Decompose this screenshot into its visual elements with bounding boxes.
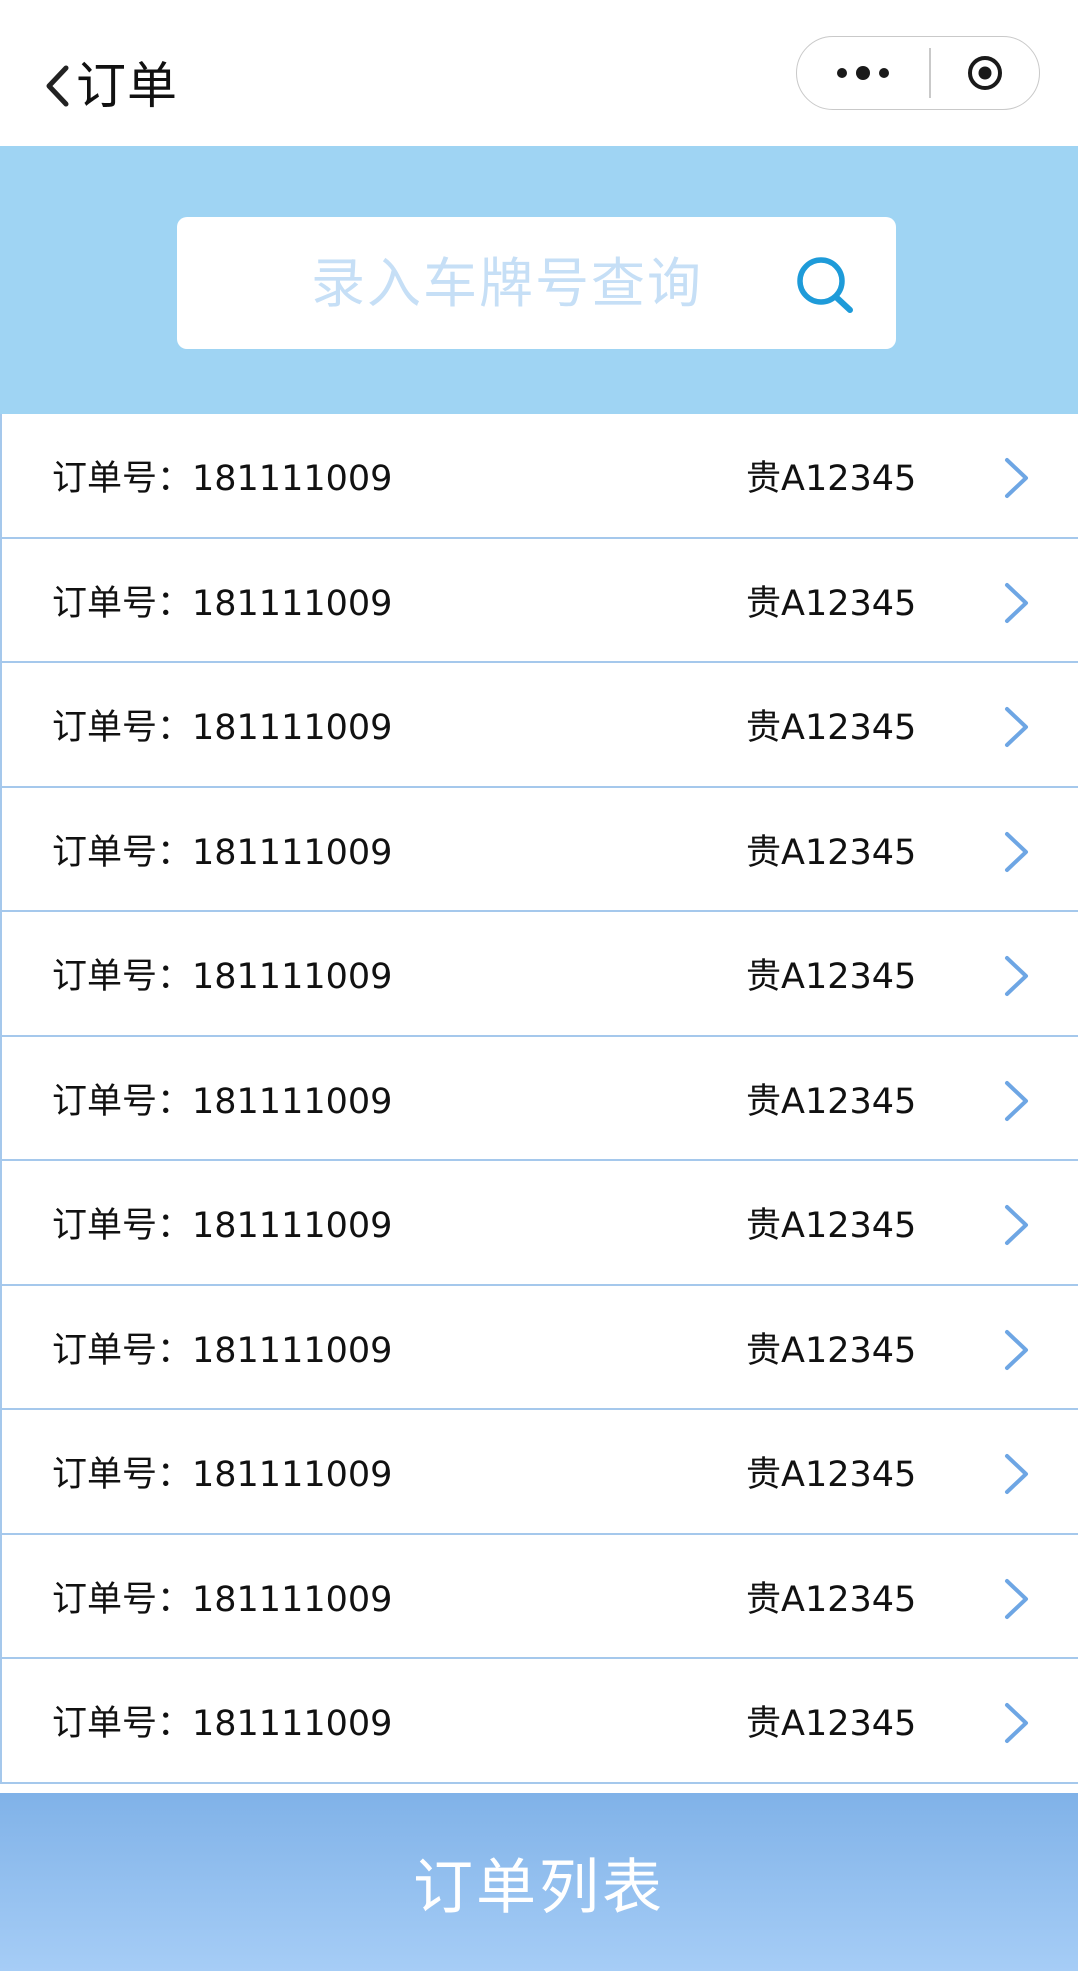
order-number: 订单号：181111009 — [52, 1206, 393, 1246]
page-title: 订单 — [76, 57, 178, 115]
list-item[interactable]: 订单号：181111009 贵A12345 — [2, 1161, 1078, 1286]
list-item[interactable]: 订单号：181111009 贵A12345 — [2, 1285, 1078, 1410]
order-number: 订单号：181111009 — [52, 708, 393, 748]
order-number: 订单号：181111009 — [52, 957, 393, 997]
order-number: 订单号：181111009 — [52, 832, 393, 873]
plate-number: 贵A12345 — [746, 583, 917, 624]
chevron-right-icon — [1005, 831, 1028, 872]
list-item[interactable]: 订单号：181111009 贵A12345 — [2, 912, 1078, 1037]
chevron-right-icon — [1005, 1205, 1028, 1245]
order-number: 订单号：181111009 — [52, 1081, 393, 1122]
order-list-button-label: 订单列表 — [413, 1852, 665, 1923]
order-list: 订单号：181111009 贵A12345 订单号：181111009 贵A12345… — [0, 414, 1078, 1784]
close-miniprogram-button[interactable] — [931, 37, 1040, 109]
order-number: 订单号：181111009 — [52, 1455, 393, 1495]
chevron-right-icon — [1005, 956, 1028, 996]
chevron-right-icon — [1005, 582, 1028, 623]
chevron-right-icon — [1005, 1329, 1028, 1370]
list-item[interactable]: 订单号：181111009 贵A12345 — [2, 663, 1078, 788]
plate-number: 贵A12345 — [746, 1330, 917, 1371]
order-number: 订单号：181111009 — [52, 583, 393, 624]
order-list-button[interactable]: 订单列表 — [0, 1793, 1078, 1971]
list-item[interactable]: 订单号：181111009 贵A12345 — [2, 1534, 1078, 1659]
list-item[interactable]: 订单号：181111009 贵A12345 — [2, 1036, 1078, 1161]
order-number: 订单号：181111009 — [52, 459, 393, 499]
list-item[interactable]: 订单号：181111009 贵A12345 — [2, 787, 1078, 912]
plate-number: 贵A12345 — [746, 957, 917, 997]
search-section — [0, 146, 1078, 414]
chevron-right-icon — [1005, 1578, 1028, 1619]
back-button[interactable]: 订单 — [44, 54, 178, 118]
plate-number: 贵A12345 — [746, 708, 917, 748]
order-number: 订单号：181111009 — [52, 1579, 393, 1620]
chevron-right-icon — [1005, 1703, 1028, 1743]
list-item[interactable]: 订单号：181111009 贵A12345 — [2, 1410, 1078, 1535]
plate-number: 贵A12345 — [746, 1704, 917, 1744]
chevron-right-icon — [1005, 707, 1028, 747]
plate-number: 贵A12345 — [746, 1081, 917, 1122]
more-menu-button[interactable] — [797, 37, 929, 109]
list-item[interactable]: 订单号：181111009 贵A12345 — [2, 538, 1078, 663]
chevron-right-icon — [1005, 1080, 1028, 1121]
plate-number: 贵A12345 — [746, 1579, 917, 1620]
order-number: 订单号：181111009 — [52, 1330, 393, 1371]
chevron-left-icon — [46, 65, 69, 107]
list-item[interactable]: 订单号：181111009 贵A12345 — [2, 1659, 1078, 1784]
plate-number: 贵A12345 — [746, 832, 917, 873]
search-icon[interactable] — [795, 255, 857, 317]
more-dots-icon — [837, 66, 889, 80]
mini-program-capsule — [796, 36, 1040, 110]
list-item[interactable]: 订单号：181111009 贵A12345 — [2, 414, 1078, 539]
plate-number: 贵A12345 — [746, 1455, 917, 1495]
plate-number: 贵A12345 — [746, 459, 917, 499]
nav-header: 订单 — [0, 0, 1080, 146]
plate-search-input[interactable] — [177, 217, 896, 349]
order-number: 订单号：181111009 — [52, 1704, 393, 1744]
plate-number: 贵A12345 — [746, 1206, 917, 1246]
chevron-right-icon — [1005, 458, 1028, 498]
chevron-right-icon — [1005, 1454, 1028, 1494]
target-circle-icon — [967, 56, 1002, 90]
search-box — [177, 217, 896, 349]
